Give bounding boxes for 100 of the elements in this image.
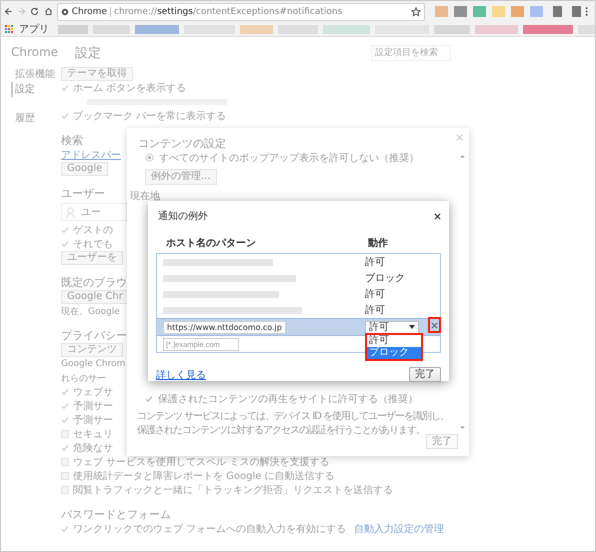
checkbox[interactable] bbox=[61, 472, 69, 480]
section-heading: 現在地 bbox=[130, 190, 161, 203]
checkbox-label: ホーム ボタンを表示する bbox=[73, 82, 186, 95]
pixelated-bookmark[interactable] bbox=[240, 24, 273, 34]
x-icon bbox=[431, 322, 438, 328]
nav-title: Chrome bbox=[11, 45, 60, 59]
pixelated-extension-icon[interactable] bbox=[454, 6, 467, 17]
nav-item[interactable]: 履歴 bbox=[11, 111, 61, 126]
checkbox[interactable] bbox=[61, 240, 69, 248]
section-heading: ユーザー bbox=[61, 186, 105, 201]
settings-button[interactable]: ユーザーを bbox=[61, 251, 123, 265]
checkbox[interactable] bbox=[61, 226, 69, 234]
dialog-title: 通知の例外 bbox=[158, 210, 208, 223]
settings-button[interactable]: Google bbox=[61, 162, 108, 176]
scroll-up-arrow-icon[interactable] bbox=[460, 154, 464, 158]
address-bar[interactable]: Chrome chrome://settings/contentExceptions#notifications bbox=[56, 2, 425, 20]
checkbox-label: 危険なサ bbox=[73, 442, 113, 455]
section-heading: パスワードとフォーム bbox=[61, 506, 171, 522]
search-field[interactable]: 設定項目を検索 bbox=[371, 45, 451, 61]
done-button[interactable]: 完了 bbox=[409, 367, 441, 382]
column-header: 動作 bbox=[368, 236, 388, 250]
pixelated-extension-icon[interactable] bbox=[434, 6, 448, 17]
dropdown-option[interactable]: 許可 bbox=[367, 335, 421, 347]
home-icon[interactable] bbox=[44, 6, 53, 17]
checkbox[interactable] bbox=[61, 525, 69, 533]
checkbox-label: ワンクリックでのウェブ フォームへの自動入力を有効にする bbox=[73, 522, 346, 536]
pixelated-bookmark[interactable] bbox=[135, 24, 179, 34]
apps-bookmark[interactable]: アプリ bbox=[19, 22, 49, 36]
user-silhouette-icon bbox=[66, 206, 75, 218]
checkbox-label: 使用統計データと障害レポートを Google に自動送信する bbox=[73, 470, 335, 483]
pixelated-bookmark[interactable] bbox=[523, 24, 573, 34]
dialog-title: コンテンツの設定 bbox=[138, 136, 226, 151]
user-card[interactable]: ユー bbox=[61, 203, 127, 221]
caret-icon bbox=[409, 325, 415, 329]
checkbox-label: セキュリ bbox=[73, 428, 113, 441]
checkbox[interactable] bbox=[61, 444, 69, 452]
checkbox-label: ウェブサ bbox=[73, 386, 113, 399]
action-text: 許可 bbox=[365, 257, 385, 268]
back-icon[interactable] bbox=[4, 6, 14, 17]
close-icon[interactable] bbox=[434, 212, 441, 220]
scroll-down-arrow-icon[interactable] bbox=[460, 426, 464, 430]
dropdown-option[interactable]: ブロック bbox=[367, 347, 421, 359]
description-text: Google Chrom bbox=[61, 359, 126, 369]
pixelated-extension-icon[interactable] bbox=[530, 6, 543, 17]
column-header: ホスト名のパターン bbox=[166, 236, 257, 250]
done-button[interactable]: 完了 bbox=[426, 434, 458, 449]
action-dropdown[interactable]: 許可 bbox=[365, 320, 419, 334]
settings-link[interactable]: 自動入力設定の管理 bbox=[354, 522, 444, 536]
site-name-label: Chrome bbox=[72, 6, 107, 16]
description-text: れらのサー bbox=[61, 372, 106, 384]
checkbox[interactable] bbox=[61, 388, 69, 396]
pixelated-extension-icon[interactable] bbox=[510, 6, 524, 17]
checkbox-label: 閲覧トラフィックと一緒に「トラッキング拒否」リクエストを送信する bbox=[73, 484, 393, 497]
settings-button[interactable]: Google Chr bbox=[61, 290, 129, 304]
section-heading: プライバシー bbox=[61, 328, 127, 343]
star-icon[interactable] bbox=[410, 6, 421, 16]
pixelated-extension-icon[interactable] bbox=[472, 6, 486, 17]
pixelated-bookmark[interactable] bbox=[323, 24, 370, 34]
apps-grid-icon[interactable] bbox=[5, 24, 14, 34]
checkbox-label: 予測サー bbox=[73, 414, 113, 427]
checkbox[interactable] bbox=[61, 84, 69, 92]
pattern-field[interactable]: https://www.nttdocomo.co.jp bbox=[163, 320, 286, 334]
learn-more-link[interactable]: 詳しく見る bbox=[156, 368, 206, 382]
checkbox[interactable] bbox=[61, 402, 69, 410]
nav-item[interactable]: 設定 bbox=[11, 82, 61, 97]
settings-button[interactable]: コンテンツ bbox=[61, 343, 123, 357]
checkbox-label: 予測サー bbox=[73, 400, 113, 413]
site-info-icon[interactable] bbox=[60, 8, 69, 16]
action-text: ブロック bbox=[365, 273, 405, 284]
pixelated-extension-icon[interactable] bbox=[552, 6, 562, 17]
manage-exceptions-button[interactable]: 例外の管理... bbox=[145, 168, 217, 184]
pixelated-extension-icon[interactable] bbox=[572, 6, 581, 17]
user-name: ユー bbox=[81, 206, 101, 219]
radio-button[interactable] bbox=[145, 153, 154, 162]
checkbox[interactable] bbox=[61, 458, 69, 466]
pixelated-bookmark[interactable] bbox=[434, 24, 470, 34]
page-title: 設定 bbox=[75, 45, 101, 62]
description-text: コンテンツ サービスによっては、デバイス ID を使用してユーザーを識別し、保護されたコンテンツに対するアクセスの認証を行うことがあります。 bbox=[136, 410, 450, 436]
checkbox[interactable] bbox=[61, 430, 69, 438]
nav-item[interactable]: 拡張機能 bbox=[11, 67, 61, 82]
checkbox[interactable] bbox=[61, 112, 69, 120]
checkbox[interactable] bbox=[145, 394, 153, 402]
checkbox-label: それでも bbox=[73, 238, 113, 251]
pixelated-bookmark[interactable] bbox=[58, 24, 88, 34]
reload-icon[interactable] bbox=[30, 6, 40, 17]
description-text: 現在、Google bbox=[61, 306, 120, 318]
section-heading: 既定のブラウ bbox=[61, 274, 127, 290]
checkbox-label: 保護されたコンテンツの再生をサイトに許可する（推奨） bbox=[158, 392, 418, 406]
checkbox-label: ウェブ サービスを使用してスペル ミスの解決を支援する bbox=[73, 456, 330, 469]
delete-button[interactable] bbox=[428, 317, 441, 333]
checkbox[interactable] bbox=[61, 416, 69, 424]
menu-icon[interactable] bbox=[584, 6, 588, 17]
settings-button[interactable]: テーマを取得 bbox=[61, 67, 133, 81]
checkbox[interactable] bbox=[61, 486, 69, 494]
pixelated-bookmark[interactable] bbox=[475, 24, 518, 34]
settings-link[interactable]: アドレスバー bbox=[61, 148, 121, 162]
radio-label: すべてのサイトのポップアップ表示を許可しない（推奨） bbox=[159, 152, 419, 164]
section-heading: 検索 bbox=[61, 132, 83, 148]
action-text: 許可 bbox=[365, 289, 385, 300]
url-text: chrome://settings/contentExceptions#notifications bbox=[114, 6, 344, 16]
